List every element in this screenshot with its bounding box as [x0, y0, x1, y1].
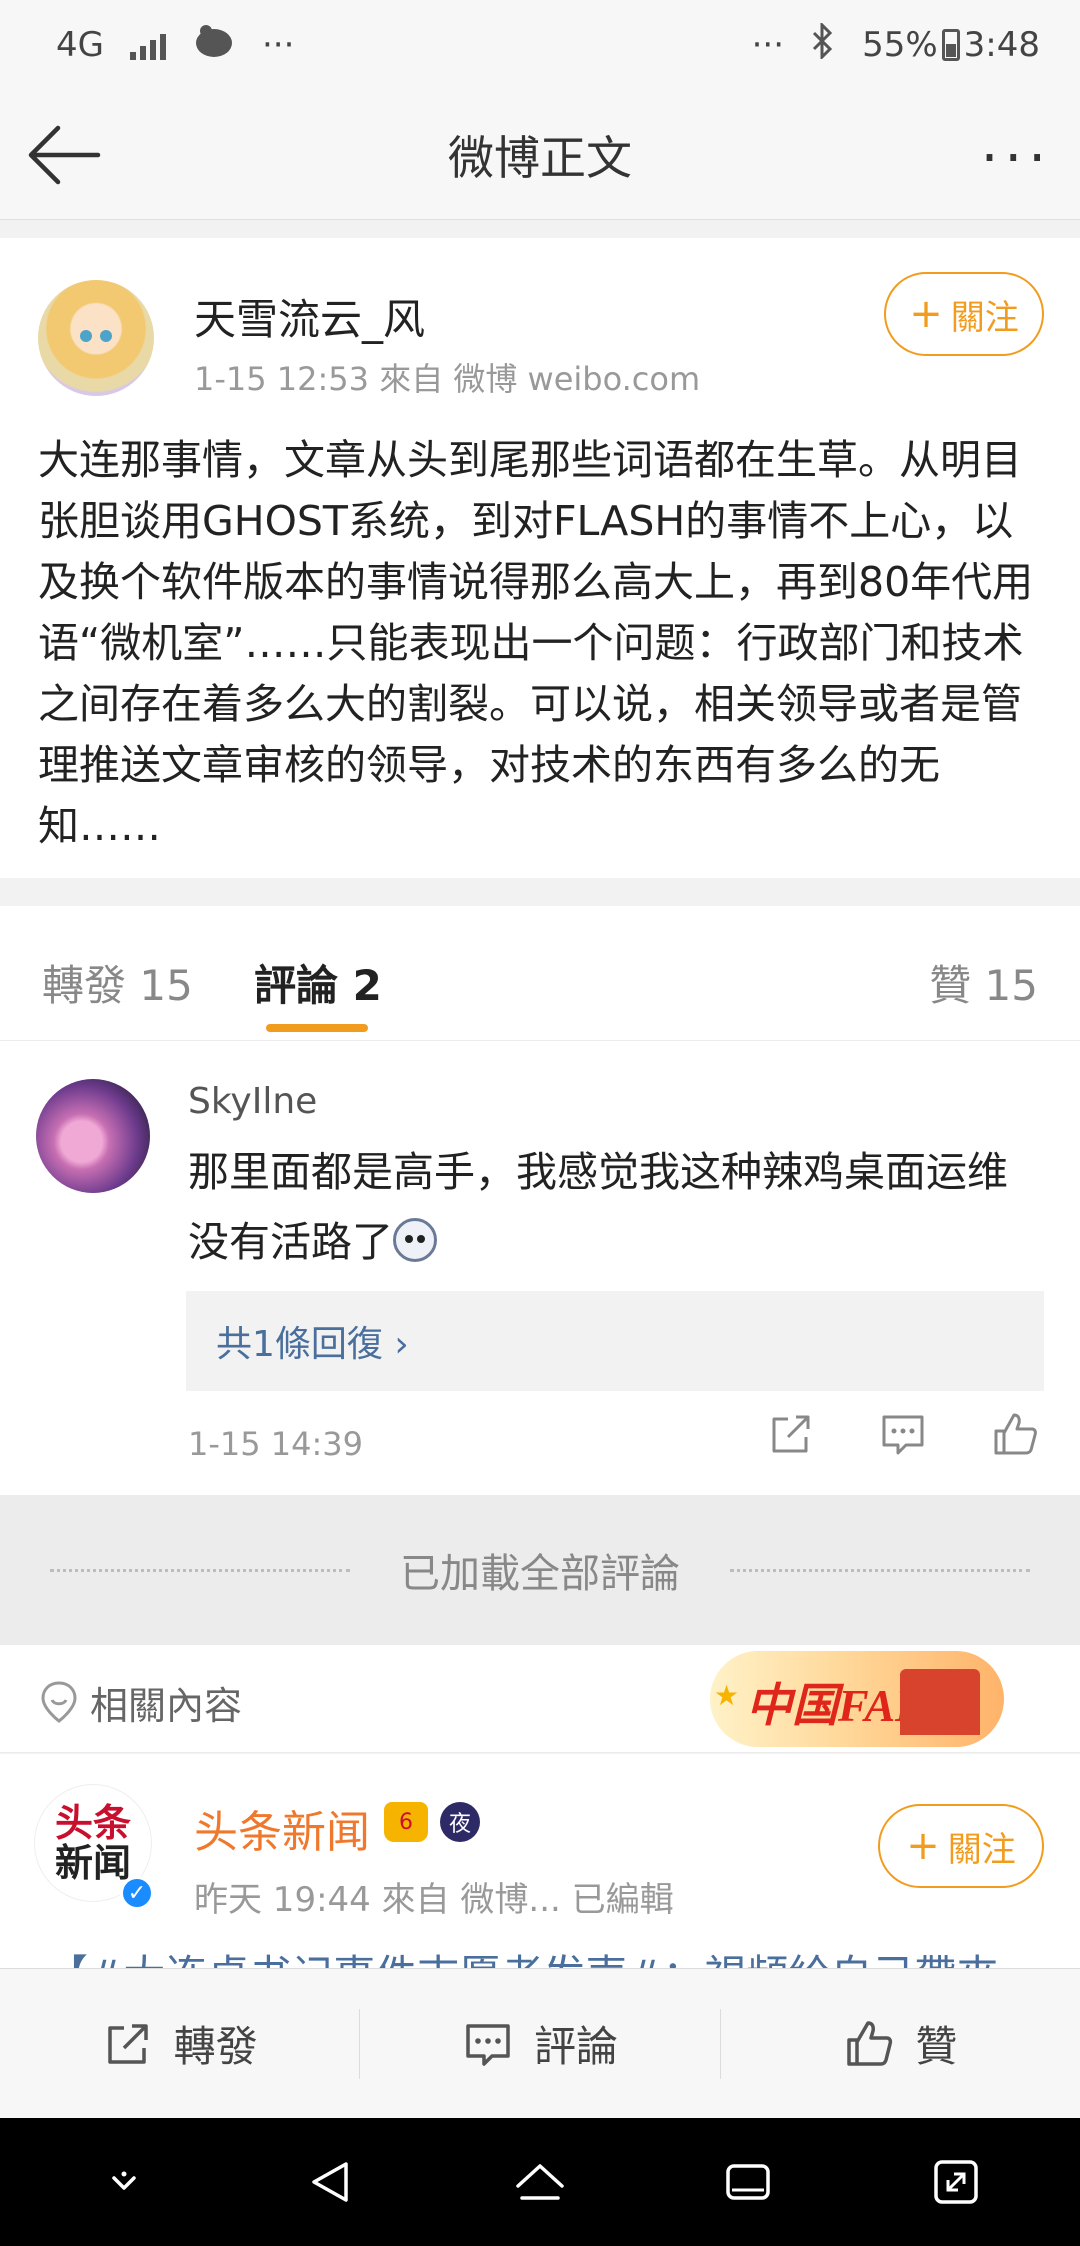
comment-label: 評論 — [533, 2022, 618, 2071]
tab-like[interactable]: 贊 15 — [929, 952, 1038, 1013]
all-comments-loaded: 已加載全部評論 — [0, 1495, 1080, 1645]
location-pin-icon — [41, 1681, 77, 1723]
comment-item: SkyIlne 那里面都是高手，我感觉我这种辣鸡桌面运维没有活路了 共1條回復 … — [0, 1041, 1080, 1495]
follow-button[interactable]: + 關注 — [884, 272, 1044, 356]
more-menu-button[interactable]: ··· — [981, 126, 1052, 191]
news-text-preview[interactable]: 【#大连桌书记事件志愿者发声#：視頻給自己帶來 — [46, 1942, 998, 1969]
follow-label: 關注 — [950, 297, 1019, 338]
star-icon: ★ — [714, 1679, 740, 1712]
news-avatar-line1: 头条 — [54, 1801, 131, 1845]
vip-crown-icon: 6 — [384, 1802, 428, 1842]
news-author[interactable]: 头条新闻 — [194, 1796, 370, 1860]
more-status-icons: ··· — [751, 25, 785, 65]
page-title: 微博正文 — [448, 130, 632, 185]
comment-reply-icon[interactable] — [878, 1409, 928, 1459]
bluetooth-icon — [810, 20, 836, 68]
post-meta: 1-15 12:53 來自 微博 weibo.com — [194, 360, 701, 398]
like-icon[interactable] — [990, 1409, 1040, 1459]
bottom-action-bar: 轉發 評論 贊 — [0, 1968, 1080, 2118]
battery-percent: 55% — [862, 25, 938, 65]
post-body: 大连那事情，文章从头到尾那些词语都在生草。从明目张胆谈用GHOST系统，到对FL… — [38, 436, 1034, 850]
thumbs-up-icon — [847, 2020, 893, 2066]
verified-badge-icon: ✓ — [120, 1876, 154, 1910]
gate-tower-icon — [900, 1669, 980, 1735]
repost-icon — [107, 2023, 148, 2064]
news-follow-label: 關注 — [947, 1829, 1016, 1870]
commenter-name[interactable]: SkyIlne — [188, 1081, 317, 1122]
status-bar: 4G ··· ··· 55% 3:48 — [0, 0, 1080, 90]
back-arrow-icon — [28, 125, 101, 185]
author-avatar[interactable] — [38, 280, 154, 396]
related-content-header: 相關內容 ★ 中国FANS — [0, 1645, 1080, 1753]
news-follow-button[interactable]: + 關注 — [878, 1804, 1044, 1888]
news-avatar-line2: 新闻 — [54, 1841, 131, 1885]
related-news-card: 头条 新闻 ✓ 头条新闻 6 夜 昨天 19:44 來自 微博... 已編輯 +… — [0, 1754, 1080, 1969]
view-replies-link[interactable]: 共1條回復 › — [186, 1291, 1044, 1391]
home-icon[interactable] — [510, 2152, 570, 2212]
share-icon[interactable] — [766, 1409, 816, 1459]
repost-button[interactable]: 轉發 — [0, 2009, 359, 2079]
plus-icon: + — [909, 291, 943, 337]
recent-apps-icon[interactable] — [718, 2152, 778, 2212]
back-triangle-icon[interactable] — [302, 2152, 362, 2212]
active-tab-indicator — [266, 1024, 368, 1032]
comment-time: 1-15 14:39 — [188, 1425, 364, 1463]
like-button[interactable]: 贊 — [719, 2008, 1080, 2079]
related-label: 相關內容 — [90, 1684, 243, 1728]
weibo-post: 天雪流云_风 1-15 12:53 來自 微博 weibo.com + 關注 大… — [0, 238, 1080, 878]
clock: 3:48 — [963, 25, 1040, 65]
sad-face-emoji-icon — [393, 1218, 437, 1262]
signal-icon — [129, 30, 166, 60]
top-nav-bar: 微博正文 ··· — [0, 90, 1080, 220]
comment-button[interactable]: 評論 — [359, 2008, 719, 2079]
commenter-avatar[interactable] — [36, 1079, 150, 1193]
tab-comment[interactable]: 評論 2 — [254, 952, 382, 1013]
like-label: 贊 — [915, 2022, 958, 2071]
loaded-label: 已加載全部評論 — [400, 1551, 680, 1597]
repost-label: 轉發 — [173, 2022, 258, 2071]
more-notifications: ··· — [261, 25, 295, 65]
divider-left — [50, 1568, 350, 1572]
back-button[interactable] — [24, 118, 104, 192]
battery-icon — [941, 29, 960, 61]
collapse-chevron-icon[interactable] — [94, 2152, 154, 2212]
divider-right — [730, 1568, 1030, 1572]
china-fans-banner[interactable]: ★ 中国FANS — [710, 1651, 1004, 1747]
post-stats-tabs: 轉發 15 評論 2 贊 15 — [0, 906, 1080, 1041]
news-meta: 昨天 19:44 來自 微博... 已編輯 — [194, 1880, 674, 1920]
expand-screen-icon[interactable] — [926, 2152, 986, 2212]
plus-icon: + — [906, 1823, 940, 1869]
author-name[interactable]: 天雪流云_风 — [194, 286, 425, 347]
comment-text: 那里面都是高手，我感觉我这种辣鸡桌面运维没有活路了 — [188, 1148, 1008, 1266]
night-mode-badge: 夜 — [440, 1802, 480, 1842]
system-nav-bar — [0, 2118, 1080, 2246]
network-label: 4G — [56, 25, 104, 65]
tab-repost[interactable]: 轉發 15 — [42, 952, 193, 1013]
app-notification-icon — [192, 21, 236, 70]
comment-icon — [466, 2023, 510, 2066]
